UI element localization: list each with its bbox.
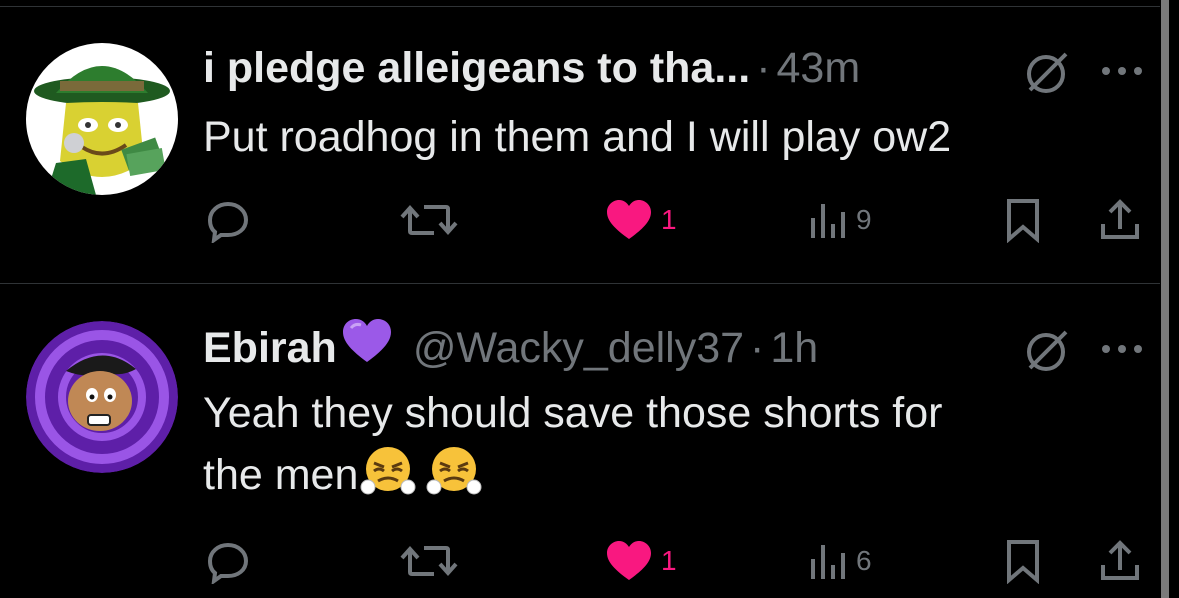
heart-icon bbox=[607, 200, 651, 239]
repost-icon bbox=[400, 545, 458, 577]
scrollbar[interactable] bbox=[1161, 0, 1169, 598]
views-count: 6 bbox=[856, 545, 872, 576]
views-icon bbox=[811, 204, 845, 238]
reply-button[interactable] bbox=[205, 536, 251, 586]
share-icon bbox=[1101, 199, 1139, 239]
timestamp[interactable]: 1h bbox=[770, 320, 818, 376]
repost-button[interactable] bbox=[398, 536, 460, 586]
repost-icon bbox=[400, 204, 458, 236]
display-name[interactable]: Ebirah bbox=[203, 320, 337, 376]
reply-icon bbox=[207, 542, 249, 584]
avatar[interactable] bbox=[26, 321, 178, 473]
like-button[interactable]: 1 bbox=[605, 195, 677, 245]
views-count: 9 bbox=[856, 204, 872, 235]
action-bar: 1 6 bbox=[0, 536, 1160, 586]
share-button[interactable] bbox=[1097, 536, 1143, 586]
tweet-text: Put roadhog in them and I will play ow2 bbox=[203, 106, 951, 168]
grok-icon[interactable] bbox=[1022, 50, 1070, 103]
views-button[interactable]: 6 bbox=[808, 536, 872, 586]
tweet-text-line: the men bbox=[203, 451, 359, 499]
share-icon bbox=[1101, 540, 1139, 580]
share-button[interactable] bbox=[1097, 195, 1143, 245]
grok-icon[interactable] bbox=[1022, 328, 1070, 381]
tweet-text-line: Yeah they should save those shorts for bbox=[203, 389, 943, 437]
bookmark-icon bbox=[1007, 199, 1039, 243]
huffing-face-emoji bbox=[426, 445, 482, 514]
like-count: 1 bbox=[661, 545, 677, 576]
tweet[interactable]: i pledge alleigeans to tha... · 43m Put … bbox=[0, 0, 1160, 284]
tweet-header: Ebirah @Wacky_delly37 · 1h bbox=[203, 318, 818, 378]
views-button[interactable]: 9 bbox=[808, 195, 872, 245]
tweet[interactable]: Ebirah @Wacky_delly37 · 1h Yeah they sho… bbox=[0, 284, 1160, 598]
tweet-header: i pledge alleigeans to tha... · 43m bbox=[203, 40, 860, 96]
avatar-image bbox=[26, 321, 178, 473]
avatar-image bbox=[26, 43, 178, 195]
tweet-text-line: Put roadhog in them and I will play ow2 bbox=[203, 113, 952, 161]
timestamp[interactable]: 43m bbox=[777, 40, 861, 96]
reply-button[interactable] bbox=[205, 195, 251, 245]
tweet-text-line-with-emoji: the men bbox=[203, 444, 942, 514]
tweet-text: Yeah they should save those shorts for t… bbox=[203, 382, 942, 514]
action-bar: 1 9 bbox=[0, 195, 1160, 245]
bookmark-button[interactable] bbox=[1003, 536, 1043, 586]
handle[interactable]: @Wacky_delly37 bbox=[413, 320, 744, 376]
more-icon[interactable] bbox=[1100, 64, 1144, 82]
more-icon[interactable] bbox=[1100, 342, 1144, 360]
separator: · bbox=[756, 44, 771, 92]
repost-button[interactable] bbox=[398, 195, 460, 245]
purple-heart-emoji bbox=[341, 318, 393, 378]
reply-icon bbox=[207, 201, 249, 243]
like-count: 1 bbox=[661, 204, 677, 235]
avatar[interactable] bbox=[26, 43, 178, 195]
bookmark-button[interactable] bbox=[1003, 195, 1043, 245]
heart-icon bbox=[607, 541, 651, 580]
bookmark-icon bbox=[1007, 540, 1039, 584]
views-icon bbox=[811, 545, 845, 579]
separator: · bbox=[750, 324, 765, 372]
like-button[interactable]: 1 bbox=[605, 536, 677, 586]
display-name[interactable]: i pledge alleigeans to tha... bbox=[203, 40, 750, 96]
huffing-face-emoji bbox=[360, 445, 416, 514]
